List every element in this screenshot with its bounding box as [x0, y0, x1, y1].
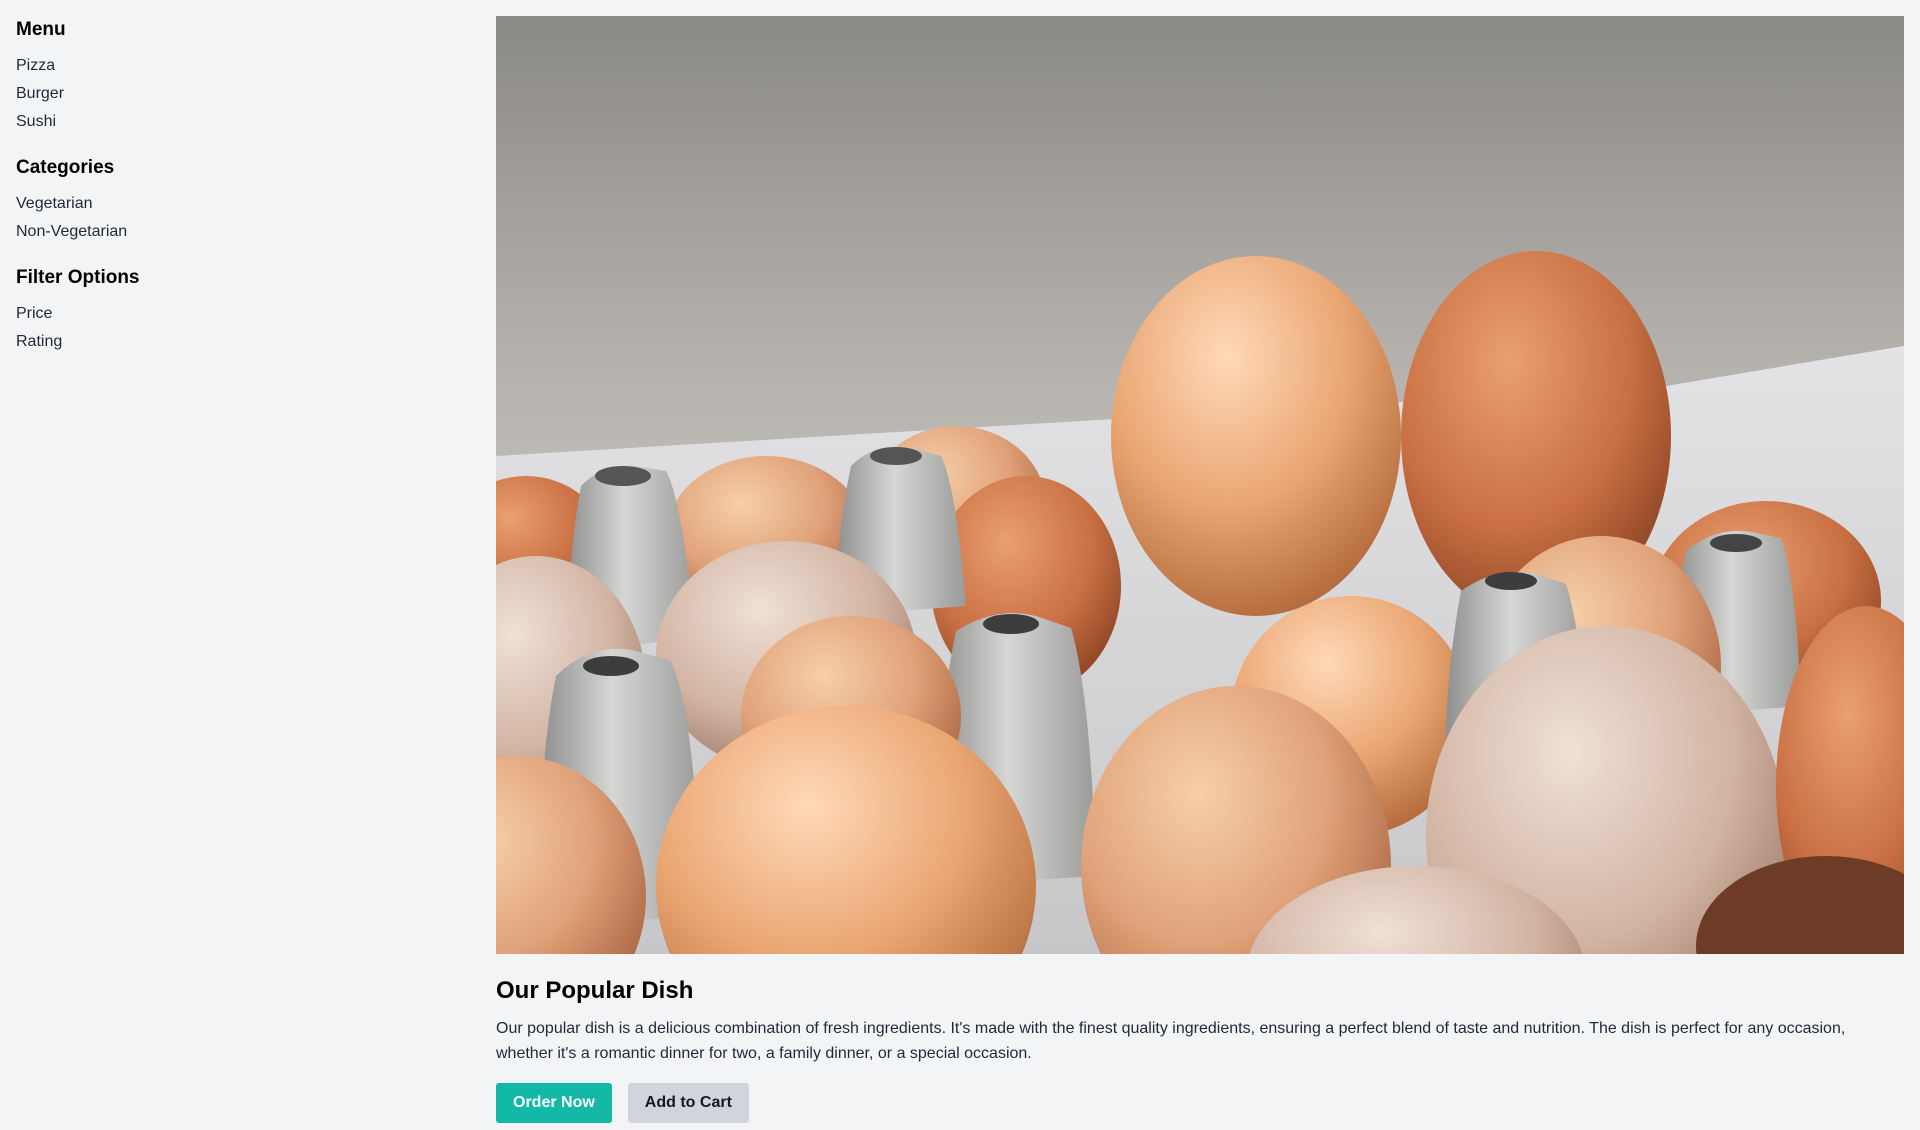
- add-to-cart-button[interactable]: Add to Cart: [627, 1083, 749, 1123]
- dish-description: Our popular dish is a delicious combinat…: [496, 1020, 1846, 1062]
- sidebar-item-rating[interactable]: Rating: [16, 328, 456, 356]
- sidebar-section-menu: Menu Pizza Burger Sushi: [16, 16, 456, 136]
- sidebar-item-pizza[interactable]: Pizza: [16, 52, 456, 80]
- sidebar-item-sushi[interactable]: Sushi: [16, 108, 456, 136]
- order-now-button[interactable]: Order Now: [496, 1083, 612, 1123]
- sidebar-section-filter-options: Filter Options Price Rating: [16, 264, 456, 356]
- dish-image: [496, 16, 1904, 954]
- sidebar-item-vegetarian[interactable]: Vegetarian: [16, 190, 456, 218]
- sidebar-item-burger[interactable]: Burger: [16, 80, 456, 108]
- section-title-menu: Menu: [16, 19, 66, 40]
- sidebar-section-categories: Categories Vegetarian Non-Vegetarian: [16, 154, 456, 246]
- main-content: Our Popular Dish Our popular dish is a d…: [496, 16, 1904, 1123]
- eggs-illustration: [496, 251, 1904, 954]
- sidebar-item-non-vegetarian[interactable]: Non-Vegetarian: [16, 218, 456, 246]
- sidebar-item-price[interactable]: Price: [16, 300, 456, 328]
- section-title-categories: Categories: [16, 157, 115, 178]
- sidebar: Menu Pizza Burger Sushi Categories Veget…: [16, 16, 456, 374]
- section-title-filter-options: Filter Options: [16, 267, 140, 288]
- dish-title: Our Popular Dish: [496, 977, 694, 1004]
- page: Menu Pizza Burger Sushi Categories Veget…: [0, 0, 1920, 1130]
- action-buttons: Order Now Add to Cart: [496, 1083, 1904, 1123]
